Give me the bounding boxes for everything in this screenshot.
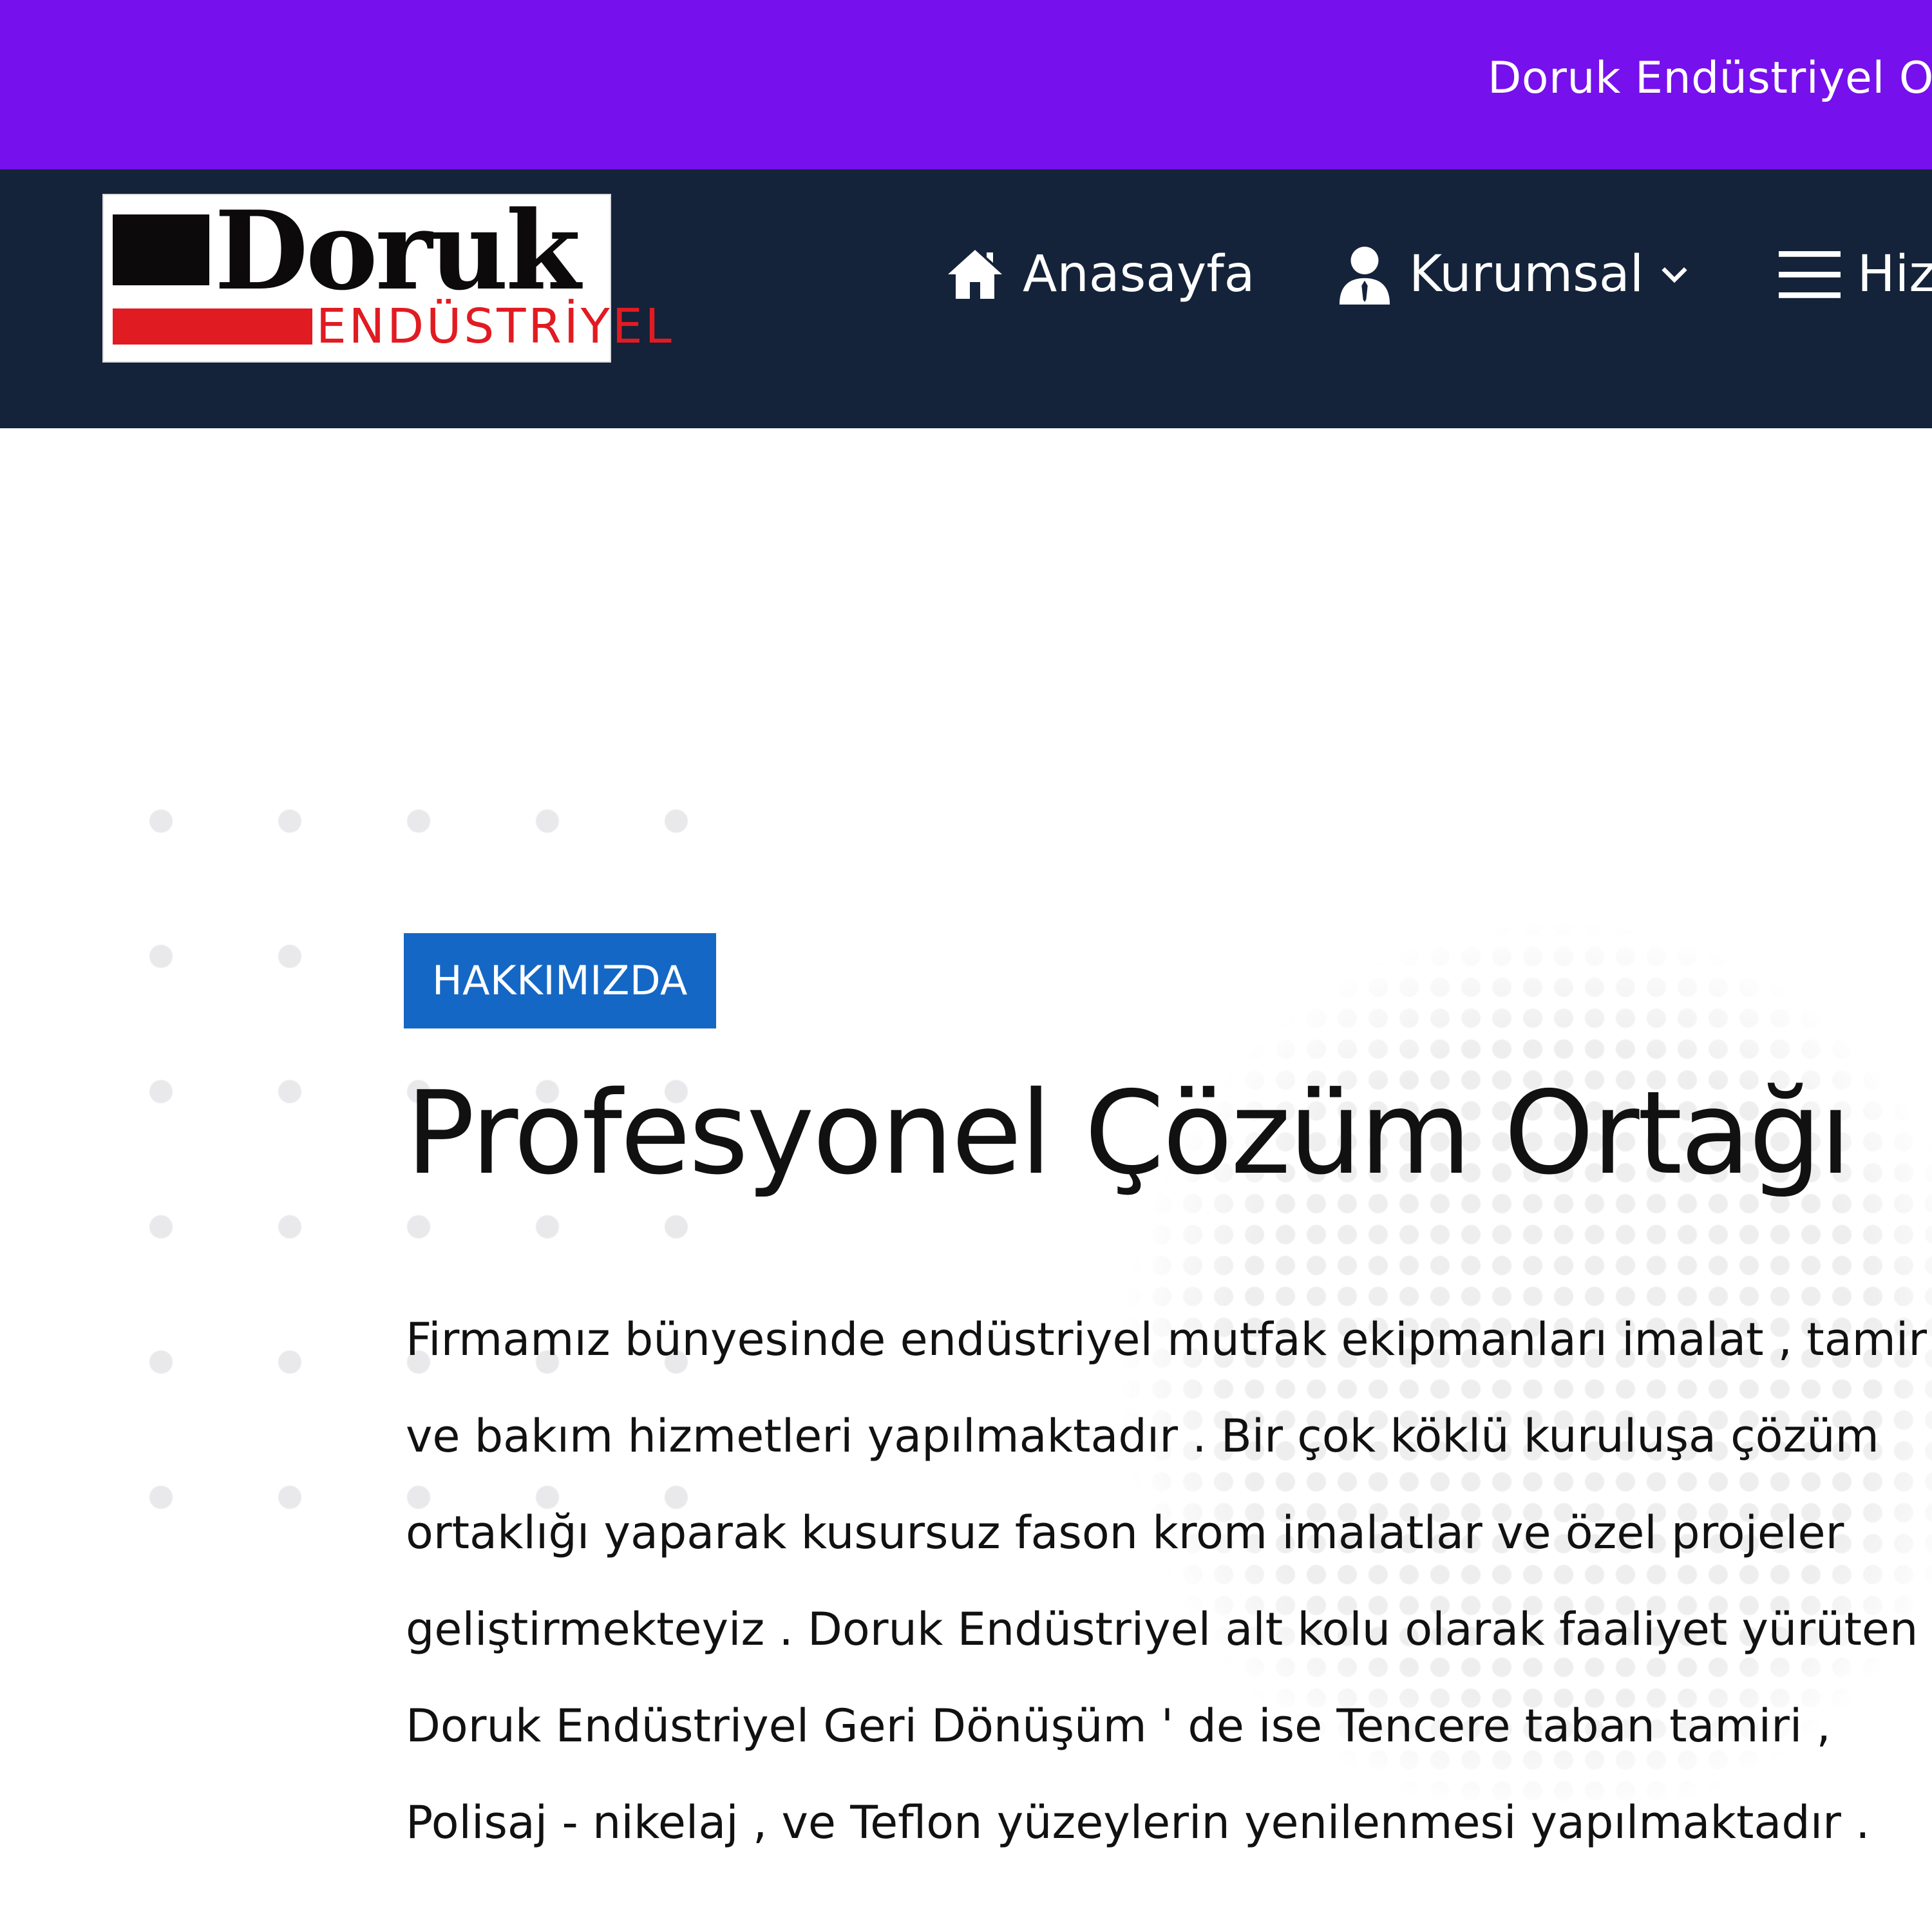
about-section: HAKKIMIZDA Profesyonel Çözüm Ortağı Firm…	[0, 428, 1932, 1932]
announcement-bar: Doruk Endüstriyel Ot	[0, 0, 1932, 169]
nav-item-hizmetler-label: Hiz	[1857, 245, 1932, 303]
announcement-text: Doruk Endüstriyel Ot	[1488, 53, 1932, 104]
site-logo[interactable]: Doruk ENDÜSTRİYEL	[102, 187, 672, 363]
home-icon	[944, 243, 1006, 305]
section-paragraph: Firmamız bünyesinde endüstriyel mutfak e…	[406, 1313, 1927, 1849]
nav-item-home[interactable]: Anasayfa	[944, 239, 1255, 310]
chevron-down-icon	[1658, 258, 1691, 291]
logo-wordmark: Doruk	[214, 187, 581, 314]
nav-item-hizmetler[interactable]: Hiz	[1779, 239, 1932, 310]
logo-subtitle: ENDÜSTRİYEL	[316, 299, 674, 354]
nav-item-kurumsal-label: Kurumsal	[1409, 245, 1644, 303]
main-navbar: Doruk ENDÜSTRİYEL Anasayfa Kurumsal Hiz	[0, 169, 1932, 428]
logo-black-block	[113, 214, 209, 285]
menu-icon	[1779, 249, 1841, 300]
section-badge: HAKKIMIZDA	[404, 933, 716, 1028]
nav-item-home-label: Anasayfa	[1023, 245, 1255, 303]
nav-item-kurumsal[interactable]: Kurumsal	[1337, 239, 1691, 310]
logo-red-block	[113, 308, 312, 345]
section-title: Profesyonel Çözüm Ortağı	[406, 1066, 1852, 1200]
user-icon	[1337, 243, 1392, 305]
